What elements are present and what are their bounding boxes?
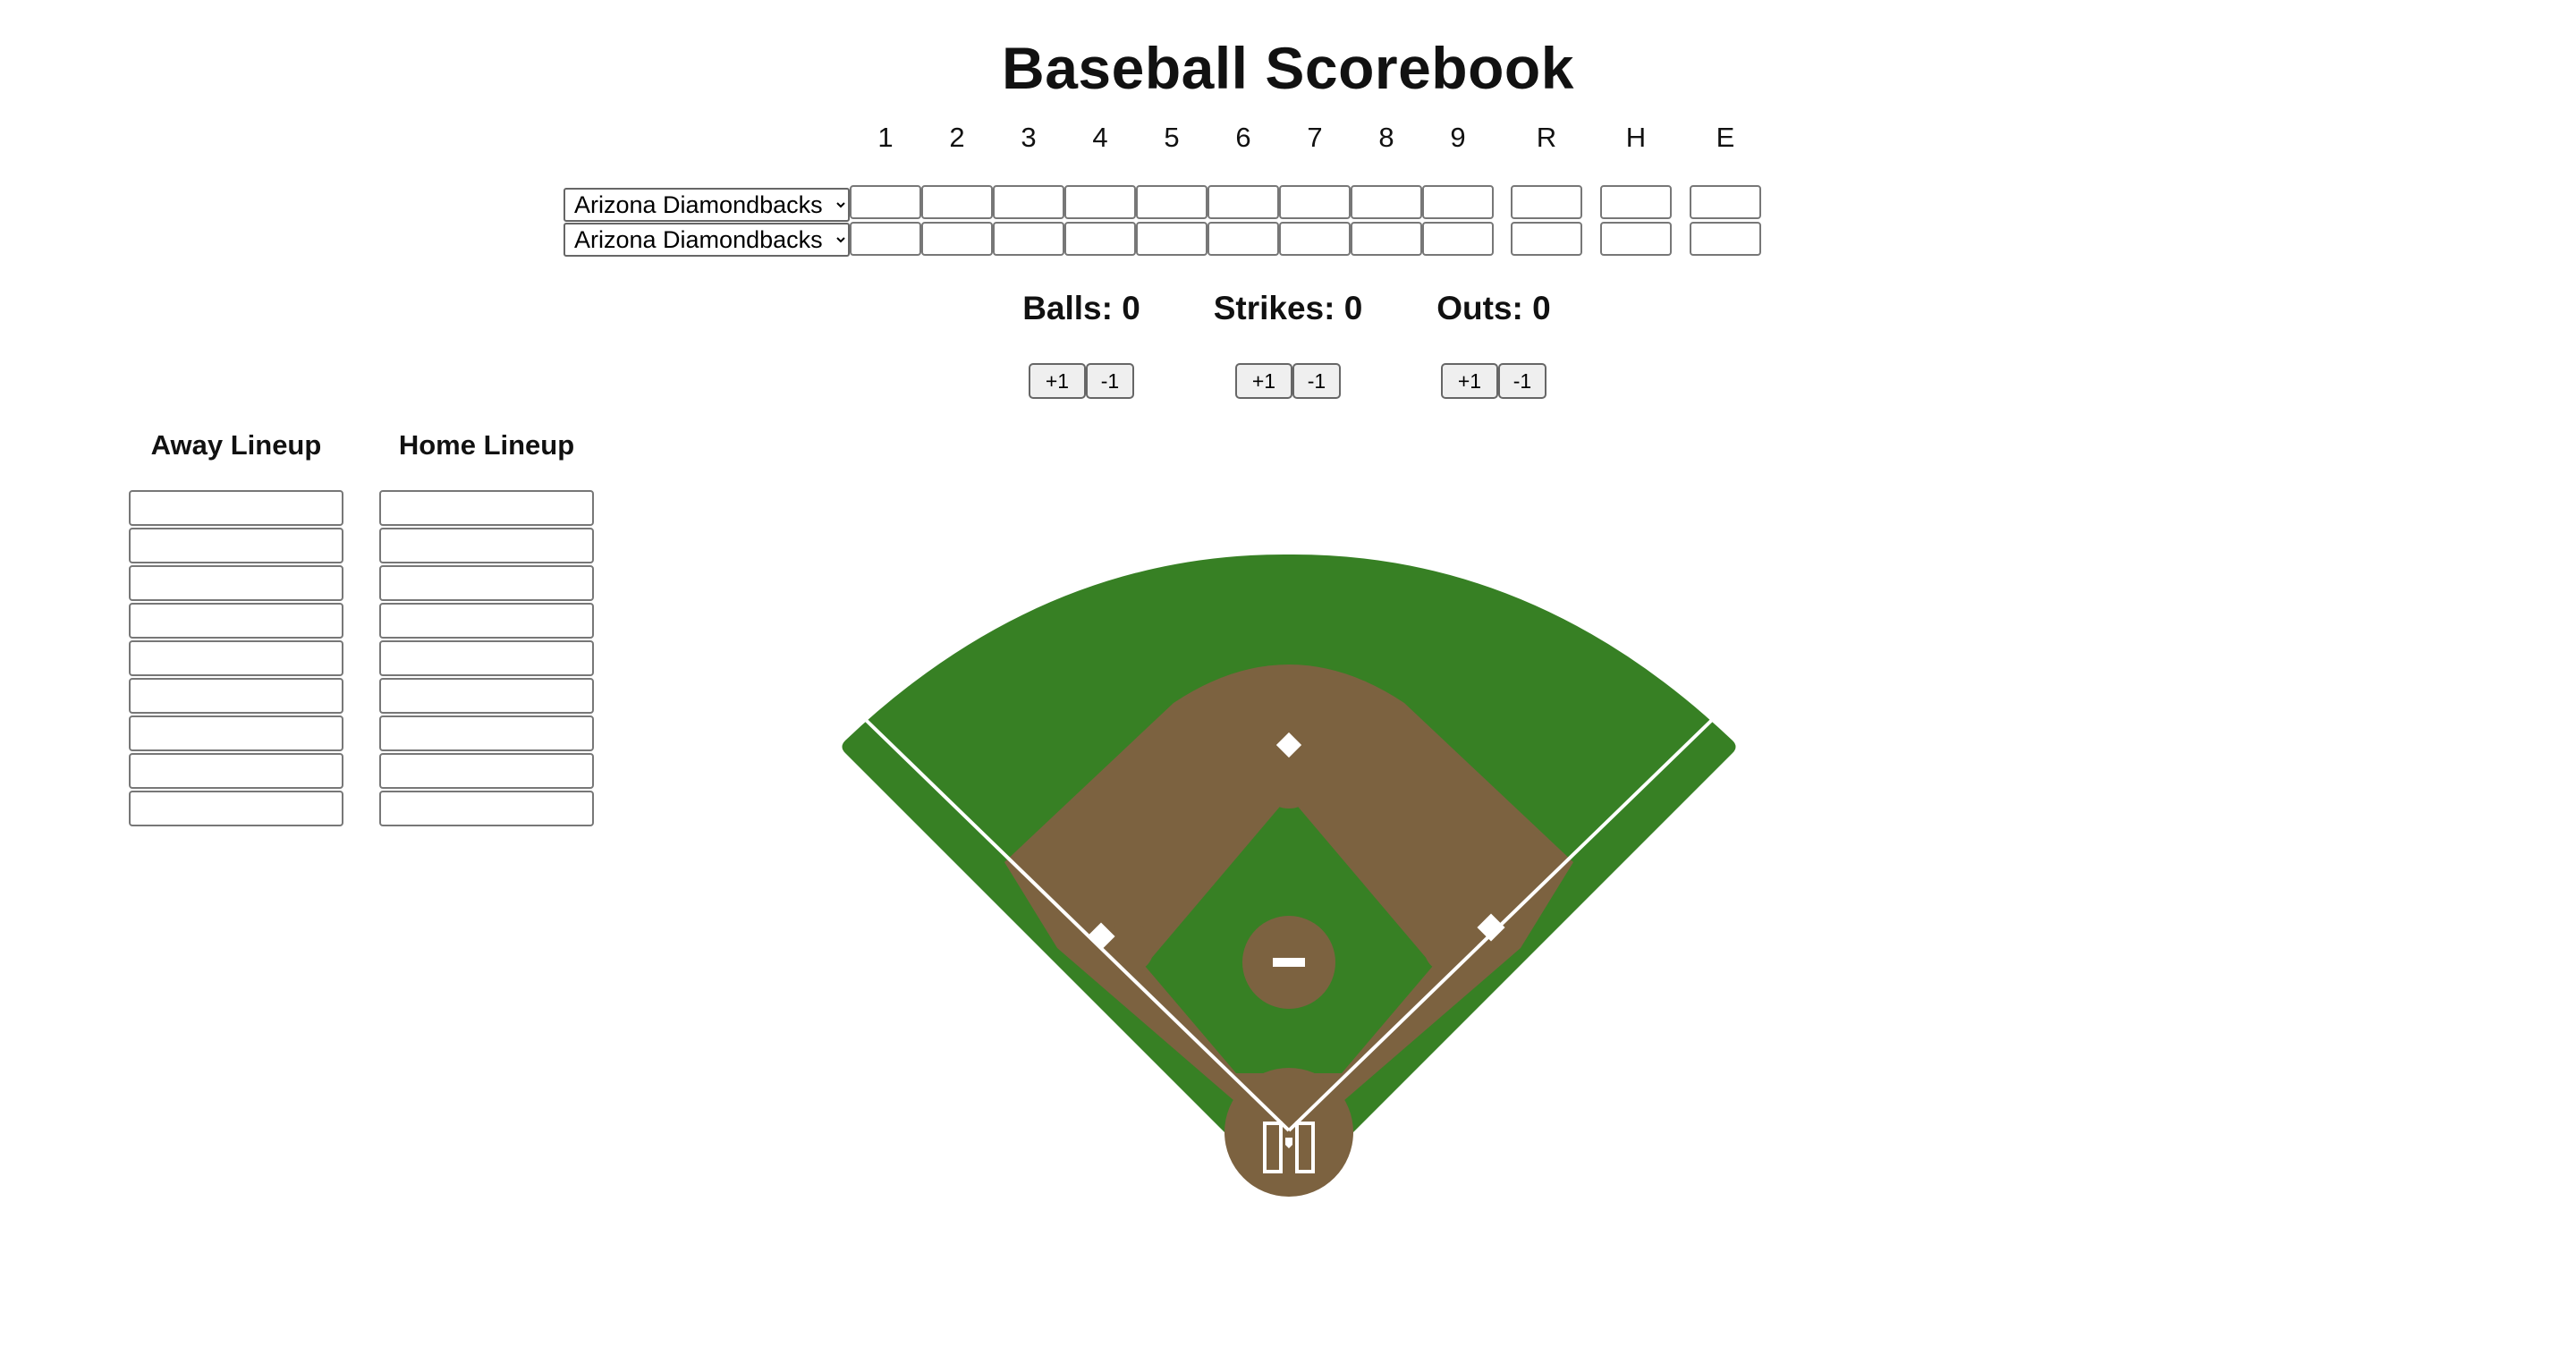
errors-header: E [1716,122,1735,153]
inning-header-5: 5 [1164,122,1180,153]
inning-header-9: 9 [1450,122,1466,153]
away-inning-9[interactable] [1422,185,1494,219]
home-batter-6[interactable] [379,678,594,714]
balls-minus-button[interactable]: -1 [1086,363,1134,399]
home-batter-7[interactable] [379,715,594,751]
first-base-dirt [1424,923,1474,973]
home-inning-4[interactable] [1064,222,1136,256]
outs-minus-button[interactable]: -1 [1498,363,1546,399]
away-team-select[interactable]: Arizona Diamondbacks [564,188,850,222]
pitchers-rubber [1273,958,1305,967]
inning-header-7: 7 [1307,122,1323,153]
away-errors[interactable] [1690,185,1761,219]
home-team-select[interactable]: Arizona Diamondbacks [564,223,850,257]
third-base-dirt [1104,923,1154,973]
away-inning-7[interactable] [1279,185,1351,219]
away-batter-8[interactable] [129,753,343,789]
outs-plus-button[interactable]: +1 [1441,363,1498,399]
away-inning-8[interactable] [1351,185,1422,219]
home-hits[interactable] [1600,222,1672,256]
inning-header-6: 6 [1235,122,1251,153]
inning-header-1: 1 [877,122,894,153]
home-batter-2[interactable] [379,528,594,563]
second-base-dirt [1260,751,1318,808]
home-errors[interactable] [1690,222,1761,256]
balls-plus-button[interactable]: +1 [1029,363,1086,399]
away-inning-3[interactable] [993,185,1064,219]
balls-label: Balls: 0 [1022,290,1140,326]
away-inning-5[interactable] [1136,185,1208,219]
away-batter-4[interactable] [129,603,343,639]
home-inning-1[interactable] [850,222,921,256]
inning-header-2: 2 [949,122,965,153]
away-inning-4[interactable] [1064,185,1136,219]
away-batter-1[interactable] [129,490,343,526]
inning-header-8: 8 [1378,122,1394,153]
away-batter-3[interactable] [129,565,343,601]
away-lineup-title: Away Lineup [150,429,322,461]
away-batter-6[interactable] [129,678,343,714]
away-batter-9[interactable] [129,791,343,826]
home-runs[interactable] [1511,222,1582,256]
strikes-plus-button[interactable]: +1 [1235,363,1292,399]
home-inning-8[interactable] [1351,222,1422,256]
away-hits[interactable] [1600,185,1672,219]
home-batter-3[interactable] [379,565,594,601]
home-inning-3[interactable] [993,222,1064,256]
field-graphic [842,554,1736,1197]
home-batter-8[interactable] [379,753,594,789]
home-inning-9[interactable] [1422,222,1494,256]
home-batter-1[interactable] [379,490,594,526]
home-lineup-title: Home Lineup [398,429,575,461]
away-batter-5[interactable] [129,640,343,676]
inning-header-3: 3 [1021,122,1037,153]
runs-header: R [1536,122,1557,153]
strikes-label: Strikes: 0 [1213,290,1363,326]
away-inning-1[interactable] [850,185,921,219]
baseball-field[interactable] [839,553,1737,1206]
home-inning-6[interactable] [1208,222,1279,256]
inning-header-4: 4 [1092,122,1108,153]
home-batter-5[interactable] [379,640,594,676]
home-inning-7[interactable] [1279,222,1351,256]
away-batter-7[interactable] [129,715,343,751]
home-batter-9[interactable] [379,791,594,826]
home-inning-5[interactable] [1136,222,1208,256]
away-runs[interactable] [1511,185,1582,219]
away-batter-2[interactable] [129,528,343,563]
home-batter-4[interactable] [379,603,594,639]
away-inning-2[interactable] [921,185,993,219]
home-inning-2[interactable] [921,222,993,256]
hits-header: H [1625,122,1647,153]
away-inning-6[interactable] [1208,185,1279,219]
page-title: Baseball Scorebook [1002,35,1574,101]
strikes-minus-button[interactable]: -1 [1292,363,1341,399]
outs-label: Outs: 0 [1436,290,1551,326]
